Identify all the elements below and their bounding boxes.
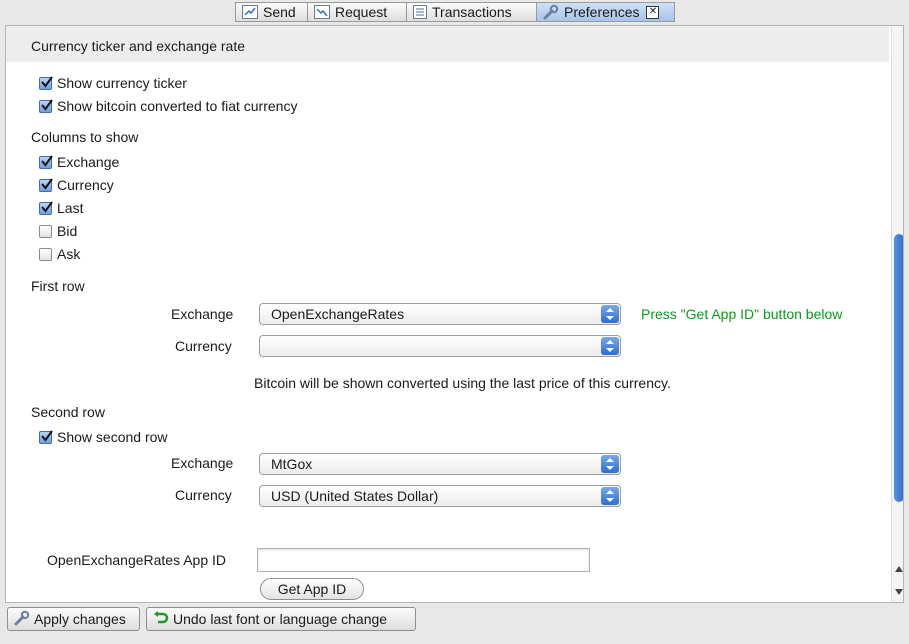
close-icon[interactable]: ✕ — [646, 5, 660, 19]
show-ticker-label: Show currency ticker — [57, 75, 187, 91]
show-fiat-checkbox[interactable] — [39, 99, 53, 113]
get-app-id-button[interactable]: Get App ID — [260, 578, 364, 600]
column-bid-checkbox[interactable] — [39, 225, 52, 238]
bottom-bar: Apply changes Undo last font or language… — [0, 603, 909, 644]
currency-note: Bitcoin will be shown converted using th… — [254, 375, 671, 391]
tab-transactions-label: Transactions — [432, 4, 512, 20]
scroll-up-arrow-icon[interactable] — [892, 562, 903, 575]
second-row-currency-select[interactable]: USD (United States Dollar) — [259, 485, 621, 507]
section-title: Currency ticker and exchange rate — [31, 38, 245, 54]
columns-title: Columns to show — [31, 129, 139, 145]
show-second-row-checkbox[interactable] — [39, 430, 53, 444]
column-last-checkbox[interactable] — [39, 201, 53, 215]
column-currency-checkbox[interactable] — [39, 178, 53, 192]
column-currency-label: Currency — [57, 177, 114, 193]
tab-send-label: Send — [263, 4, 296, 20]
app-id-input[interactable] — [257, 548, 590, 572]
tab-request-label: Request — [335, 4, 388, 20]
checkmark-icon — [41, 430, 53, 442]
undo-change-label: Undo last font or language change — [173, 611, 388, 627]
vertical-scrollbar[interactable] — [891, 26, 903, 602]
send-icon — [242, 5, 258, 19]
tab-preferences-label: Preferences — [564, 4, 640, 20]
column-exchange-label: Exchange — [57, 154, 120, 170]
second-row-exchange-label: Exchange — [171, 455, 234, 471]
second-row-currency-label: Currency — [175, 487, 232, 503]
updown-arrow-icon — [601, 337, 619, 355]
first-row-exchange-label: Exchange — [171, 306, 234, 322]
show-fiat-label: Show bitcoin converted to fiat currency — [57, 98, 298, 114]
scroll-down-arrow-icon[interactable] — [892, 585, 903, 598]
transactions-icon — [413, 5, 427, 19]
undo-change-button[interactable]: Undo last font or language change — [146, 607, 416, 631]
scrollbar-thumb[interactable] — [894, 234, 903, 502]
apply-changes-button[interactable]: Apply changes — [7, 607, 140, 631]
column-ask-checkbox[interactable] — [39, 248, 52, 261]
section-header: Currency ticker and exchange rate — [6, 26, 889, 62]
tab-transactions[interactable]: Transactions — [406, 2, 536, 22]
undo-icon — [153, 610, 169, 629]
app-id-label: OpenExchangeRates App ID — [47, 552, 227, 568]
tab-request[interactable]: Request — [307, 2, 406, 22]
preferences-panel: Currency ticker and exchange rate Show c… — [5, 25, 904, 603]
checkmark-icon — [41, 76, 53, 88]
second-row-exchange-value: MtGox — [271, 456, 313, 472]
checkmark-icon — [41, 178, 53, 190]
request-icon — [314, 5, 330, 19]
updown-arrow-icon — [601, 487, 619, 505]
column-exchange-checkbox[interactable] — [39, 155, 53, 169]
second-row-title: Second row — [31, 404, 105, 420]
first-row-exchange-value: OpenExchangeRates — [271, 306, 405, 322]
checkmark-icon — [41, 201, 53, 213]
first-row-currency-label: Currency — [175, 338, 232, 354]
column-ask-label: Ask — [57, 246, 81, 262]
wrench-icon — [543, 4, 559, 20]
show-second-row-label: Show second row — [57, 429, 168, 445]
second-row-exchange-select[interactable]: MtGox — [259, 453, 621, 475]
show-ticker-checkbox[interactable] — [39, 76, 53, 90]
updown-arrow-icon — [601, 305, 619, 323]
column-last-label: Last — [57, 200, 84, 216]
apply-changes-label: Apply changes — [34, 611, 126, 627]
tab-bar: Send Request Transactions Preferences ✕ — [0, 0, 909, 24]
tab-send[interactable]: Send — [235, 2, 307, 22]
wrench-icon — [14, 610, 30, 629]
tab-preferences[interactable]: Preferences ✕ — [536, 2, 675, 22]
get-app-id-hint: Press "Get App ID" button below — [641, 306, 843, 322]
first-row-exchange-select[interactable]: OpenExchangeRates — [259, 303, 621, 325]
updown-arrow-icon — [601, 455, 619, 473]
first-row-title: First row — [31, 278, 85, 294]
checkmark-icon — [41, 155, 53, 167]
second-row-currency-value: USD (United States Dollar) — [271, 488, 439, 504]
first-row-currency-select[interactable] — [259, 335, 621, 357]
checkmark-icon — [41, 99, 53, 111]
column-bid-label: Bid — [57, 223, 78, 239]
